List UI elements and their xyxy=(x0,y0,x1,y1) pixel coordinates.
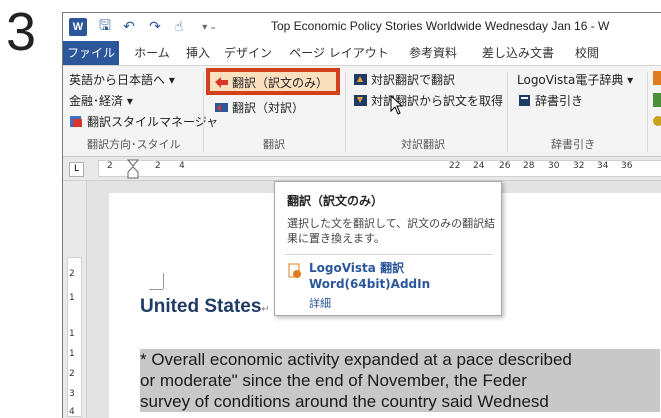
ruler-tick: 2 xyxy=(69,269,75,279)
tab-review[interactable]: 校閲 xyxy=(569,41,605,65)
customize-toolbar-icon[interactable]: ▾ ₌ xyxy=(191,16,227,38)
ruler-tick: 3 xyxy=(69,389,75,399)
addin-icon xyxy=(288,263,301,278)
tab-references[interactable]: 参考資料 xyxy=(403,41,463,65)
style-manager-label: 翻訳スタイルマネージャ xyxy=(87,114,219,129)
paragraph-line: survey of conditions around the country … xyxy=(140,392,549,411)
addin-name-line: Word(64bit)AddIn xyxy=(309,277,431,291)
field-label: 金融･経済 ▾ xyxy=(69,93,133,108)
translate-tooltip: 翻訳（訳文のみ） 選択した文を翻訳して、訳文のみの翻訳結果に置き換えます。 Lo… xyxy=(274,181,502,316)
tooltip-description: 選択した文を翻訳して、訳文のみの翻訳結果に置き換えます。 xyxy=(287,217,496,245)
crop-mark xyxy=(163,273,164,289)
direction-group-label: 翻訳方向･スタイル xyxy=(87,138,181,151)
ribbon-tabs: ファイル ホーム 挿入 デザイン ページ レイアウト 参考資料 差し込み文書 校… xyxy=(63,41,661,65)
tooltip-detail-link[interactable]: 詳細 xyxy=(309,295,331,311)
translate-group-label: 翻訳 xyxy=(263,138,285,151)
mouse-cursor-icon xyxy=(390,95,404,115)
paragraph-line: or moderate" since the end of November, … xyxy=(140,371,527,390)
tab-mailings[interactable]: 差し込み文書 xyxy=(477,41,559,65)
tab-page-layout[interactable]: ページ レイアウト xyxy=(289,41,389,65)
ruler-tick: 28 xyxy=(523,161,535,171)
paragraph-line: * Overall economic activity expanded at … xyxy=(140,350,572,369)
undo-icon[interactable]: ↶ xyxy=(119,16,139,38)
ruler-tick: 24 xyxy=(473,161,485,171)
touch-mode-icon[interactable]: ☝ xyxy=(169,16,189,38)
word-app-icon[interactable]: W xyxy=(69,18,87,36)
redo-icon[interactable]: ↷ xyxy=(145,16,165,38)
extra-tool-icon[interactable] xyxy=(653,93,661,107)
dictionary-lookup-label: 辞書引き xyxy=(535,93,584,108)
dictionary-group-label: 辞書引き xyxy=(551,138,595,151)
heading-text: United States xyxy=(140,296,262,317)
parallel-translate-button[interactable]: 対訳翻訳で翻訳 xyxy=(353,69,455,89)
word-window: W 🖫 ↶ ↷ ☝ ▾ ₌ Top Economic Policy Storie… xyxy=(62,12,661,418)
ruler-tick: 4 xyxy=(69,407,75,417)
dictionary-icon xyxy=(519,94,530,106)
document-heading[interactable]: United States↵ xyxy=(140,296,270,318)
dictionary-lookup-button[interactable]: 辞書引き xyxy=(517,90,583,110)
tab-home[interactable]: ホーム xyxy=(129,41,175,65)
horizontal-ruler[interactable]: L 2 2 4 22 24 26 28 30 32 34 36 xyxy=(63,157,661,181)
group-divider xyxy=(647,72,648,152)
get-translation-button[interactable]: 対訳翻訳から訳文を取得 xyxy=(353,90,503,110)
vertical-ruler[interactable]: 2 1 1 1 2 3 4 xyxy=(63,181,87,418)
translate-parallel-icon xyxy=(215,102,228,112)
ruler-tick: 2 xyxy=(155,161,161,171)
ruler-tick: 1 xyxy=(69,329,75,339)
group-divider xyxy=(203,72,204,152)
title-bar: W 🖫 ↶ ↷ ☝ ▾ ₌ Top Economic Policy Storie… xyxy=(63,13,661,41)
extra-tool-icon[interactable] xyxy=(653,71,661,85)
addin-name-line: LogoVista 翻訳 xyxy=(309,261,405,275)
tab-selector[interactable]: L xyxy=(69,162,84,177)
step-number: 3 xyxy=(6,2,37,62)
dictionary-label: LogoVista電子辞典 ▾ xyxy=(517,72,634,87)
translate-parallel-label: 翻訳（対訳） xyxy=(232,100,305,115)
parallel-translate-label: 対訳翻訳で翻訳 xyxy=(371,72,456,87)
ruler-tick: 22 xyxy=(449,161,461,171)
ruler-tick: 2 xyxy=(107,161,113,171)
translate-parallel-button[interactable]: 翻訳（対訳） xyxy=(214,97,304,117)
get-translation-icon xyxy=(354,94,367,106)
selected-paragraph[interactable]: * Overall economic activity expanded at … xyxy=(140,349,660,412)
indent-marker-icon[interactable] xyxy=(127,159,139,179)
ruler-tick: 30 xyxy=(548,161,560,171)
ruler-tick: 26 xyxy=(499,161,511,171)
direction-label: 英語から日本語へ ▾ xyxy=(69,72,175,87)
tab-design[interactable]: デザイン xyxy=(223,41,273,65)
field-dropdown[interactable]: 金融･経済 ▾ xyxy=(69,90,133,110)
style-manager-icon xyxy=(70,115,82,127)
group-divider xyxy=(507,72,508,152)
direction-dropdown[interactable]: 英語から日本語へ ▾ xyxy=(69,69,175,89)
addin-name: LogoVista 翻訳 Word(64bit)AddIn xyxy=(309,260,430,292)
group-divider xyxy=(345,72,346,152)
ruler-tick: 1 xyxy=(69,293,75,303)
style-manager-button[interactable]: 翻訳スタイルマネージャ xyxy=(69,111,218,131)
save-icon[interactable]: 🖫 xyxy=(95,16,115,38)
ruler-tick: 34 xyxy=(597,161,609,171)
ruler-tick: 4 xyxy=(179,161,185,171)
ruler-tick: 2 xyxy=(69,369,75,379)
window-title: Top Economic Policy Stories Worldwide We… xyxy=(271,19,610,33)
tab-insert[interactable]: 挿入 xyxy=(181,41,215,65)
tooltip-title: 翻訳（訳文のみ） xyxy=(287,194,384,208)
tab-file[interactable]: ファイル xyxy=(63,41,119,65)
translate-only-label: 翻訳（訳文のみ） xyxy=(232,75,329,90)
ruler-tick: 36 xyxy=(621,161,633,171)
translate-only-button[interactable]: 翻訳（訳文のみ） xyxy=(214,72,328,92)
extra-tool-icon[interactable] xyxy=(653,114,661,128)
ruler-tick: 32 xyxy=(573,161,585,171)
ribbon: 英語から日本語へ ▾ 金融･経済 ▾ 翻訳スタイルマネージャ 翻訳方向･スタイル… xyxy=(63,65,661,157)
parallel-translate-icon xyxy=(354,73,367,85)
parallel-group-label: 対訳翻訳 xyxy=(401,138,445,151)
ruler-tick: 1 xyxy=(69,349,75,359)
translate-only-icon xyxy=(215,76,228,88)
tooltip-divider xyxy=(285,254,493,255)
paragraph-mark: ↵ xyxy=(261,304,270,315)
crop-mark xyxy=(149,289,163,290)
dictionary-dropdown[interactable]: LogoVista電子辞典 ▾ xyxy=(517,69,633,89)
